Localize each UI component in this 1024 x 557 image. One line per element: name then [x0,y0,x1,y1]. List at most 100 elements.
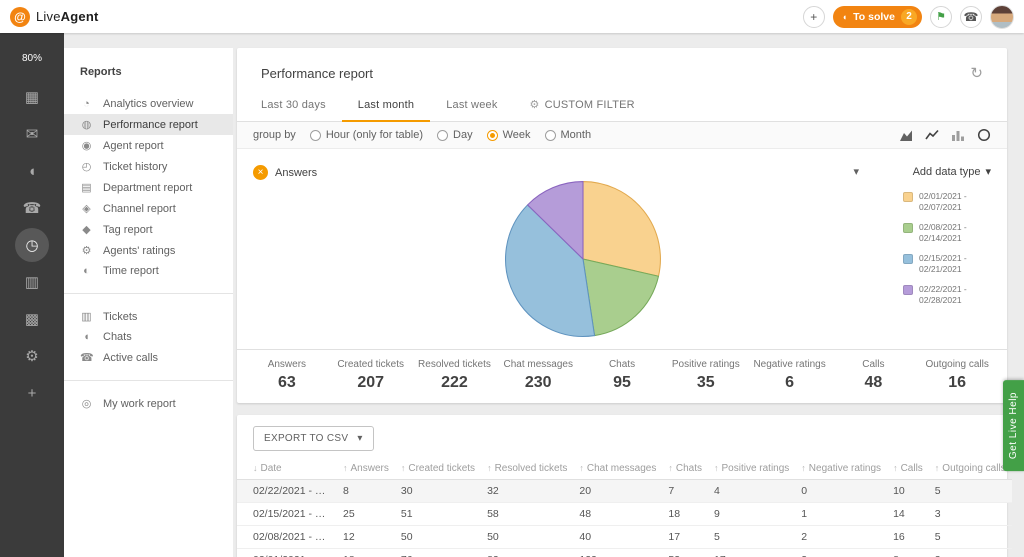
tab-last-month[interactable]: Last month [342,88,430,122]
table-cell: 50 [395,526,481,549]
close-icon[interactable]: × [253,165,268,180]
sidebar-item-ticket-history[interactable]: ◴ Ticket history [64,156,233,177]
table-cell: 17 [708,549,795,557]
column-header[interactable]: ↑Outgoing calls [929,458,1012,480]
table-cell: 5 [708,526,795,549]
sidebar-item-chats[interactable]: ◖ Chats [64,327,233,347]
table-row[interactable]: 02/08/2021 - 02/14/2021125050401752165 [237,526,1012,549]
legend-label: 02/15/2021 - 02/21/2021 [919,253,991,275]
rail-item-dashboard[interactable]: ▦ [15,80,49,114]
column-header[interactable]: ↑Created tickets [395,458,481,480]
column-header[interactable]: ↑Resolved tickets [481,458,573,480]
sidebar-item-icon: ◍ [80,118,93,131]
rail-item-icon: ▩ [25,310,39,328]
table-row[interactable]: 02/01/2021 - 02/07/20211876821225317383 [237,549,1012,557]
sidebar-item-agent-report[interactable]: ◉ Agent report [64,135,233,156]
radio-week[interactable]: Week [487,129,531,141]
sidebar-item-time-report[interactable]: ◐ Time report [64,261,233,281]
legend-label: 02/22/2021 - 02/28/2021 [919,284,991,306]
column-header[interactable]: ↑Chats [662,458,708,480]
radio-day[interactable]: Day [437,129,473,141]
sidebar-item-tickets[interactable]: ▥ Tickets [64,306,233,327]
column-label: Outgoing calls [942,463,1005,474]
legend-item[interactable]: 02/08/2021 - 02/14/2021 [903,222,991,244]
legend-swatch [903,223,913,233]
line-chart-icon[interactable] [925,128,939,142]
sidebar-item-department-report[interactable]: ▤ Department report [64,177,233,198]
rail-item-portal[interactable]: ▩ [15,302,49,336]
liveagent-logo[interactable]: @ LiveAgent [10,7,99,27]
refresh-icon[interactable]: ↻ [970,64,983,82]
chevron-down-icon[interactable]: ▾ [853,165,859,178]
column-header[interactable]: ↑Chat messages [573,458,662,480]
legend-item[interactable]: 02/01/2021 - 02/07/2021 [903,191,991,213]
sidebar-item-icon: ◖ [80,331,93,343]
sidebar-item-icon: ⚙ [80,244,93,257]
stat-label: Outgoing calls [915,359,999,370]
get-live-help-button[interactable]: Get Live Help [1003,380,1024,471]
sidebar-item-active-calls[interactable]: ☎ Active calls [64,347,233,368]
availability-percent: 80% [22,53,42,64]
sidebar-item-my-work-report[interactable]: ◎ My work report [64,393,233,414]
sidebar-item-label: Chats [103,331,132,343]
legend-item[interactable]: 02/15/2021 - 02/21/2021 [903,253,991,275]
export-to-csv-button[interactable]: EXPORT TO CSV ▾ [253,426,374,451]
column-header[interactable]: ↑Positive ratings [708,458,795,480]
stat-value: 207 [329,374,413,392]
bar-chart-icon[interactable] [951,128,965,142]
rail-item-configuration[interactable]: ⚙ [15,339,49,373]
report-header: Performance report ↻ [237,48,1007,86]
rail-item-add[interactable]: + [15,376,49,410]
column-header[interactable]: ↑Negative ratings [795,458,887,480]
area-chart-icon[interactable] [899,128,913,142]
tab-last-30-days[interactable]: Last 30 days [245,88,342,122]
sidebar-item-icon: ☎ [80,351,93,364]
radio-month[interactable]: Month [545,129,592,141]
add-data-type-dropdown[interactable]: Add data type ▾ [913,165,991,178]
sort-icon: ↓ [253,463,258,473]
column-header[interactable]: ↑Answers [337,458,395,480]
sidebar-item-label: Time report [103,265,159,277]
to-solve-button[interactable]: ◖ To solve 2 [833,6,922,28]
tab-custom-filter[interactable]: ⚙ CUSTOM FILTER [514,88,651,122]
sidebar-item-agents-ratings[interactable]: ⚙ Agents' ratings [64,240,233,261]
tab-last-week[interactable]: Last week [430,88,513,122]
table-cell: 18 [337,549,395,557]
table-cell: 8 [887,549,929,557]
add-button[interactable]: + [803,6,825,28]
sidebar-item-channel-report[interactable]: ◈ Channel report [64,198,233,219]
rail-item-chats[interactable]: ◖ [15,154,49,188]
table-cell: 4 [708,480,795,503]
sidebar-item-tag-report[interactable]: ◆ Tag report [64,219,233,240]
phone-button[interactable]: ☎ [960,6,982,28]
rail-item-calls[interactable]: ☎ [15,191,49,225]
phone-icon: ☎ [964,10,979,24]
report-table: ↓Date ↑Answers ↑Created tickets ↑Resolve… [237,458,1012,557]
chat-bubble-icon: ◖ [842,12,847,22]
sort-icon: ↑ [935,463,940,473]
legend-item[interactable]: 02/22/2021 - 02/28/2021 [903,284,991,306]
sidebar-item-performance-report[interactable]: ◍ Performance report [64,114,233,135]
radio-hour[interactable]: Hour (only for table) [310,129,423,141]
column-header[interactable]: ↑Calls [887,458,929,480]
answers-series-chip[interactable]: × Answers [253,165,317,180]
sidebar-item-label: Tag report [103,224,153,236]
table-row[interactable]: 02/15/2021 - 02/21/2021255158481891143 [237,503,1012,526]
table-cell: 0 [795,480,887,503]
stat-label: Answers [245,359,329,370]
rail-item-reports[interactable]: ◷ [15,228,49,262]
column-header[interactable]: ↓Date [237,458,337,480]
rail-item-tickets[interactable]: ▥ [15,265,49,299]
table-cell-date: 02/01/2021 - 02/07/2021 [237,549,337,557]
sidebar-item-icon: ◉ [80,139,93,152]
rail-item-mail[interactable]: ✉ [15,117,49,151]
column-label: Calls [901,463,923,474]
report-table-card: EXPORT TO CSV ▾ ↓Date ↑Answers [237,415,1007,557]
pie-chart-icon[interactable] [977,128,991,142]
stat: Chat messages 230 [496,359,580,392]
availability-flag-button[interactable]: ⚑ [930,6,952,28]
avatar[interactable] [990,5,1014,29]
stat: Resolved tickets 222 [413,359,497,392]
sidebar-item-analytics-overview[interactable]: ◔ Analytics overview [64,94,233,114]
table-row[interactable]: 02/22/2021 - 02/28/20218303220740105 [237,480,1012,503]
